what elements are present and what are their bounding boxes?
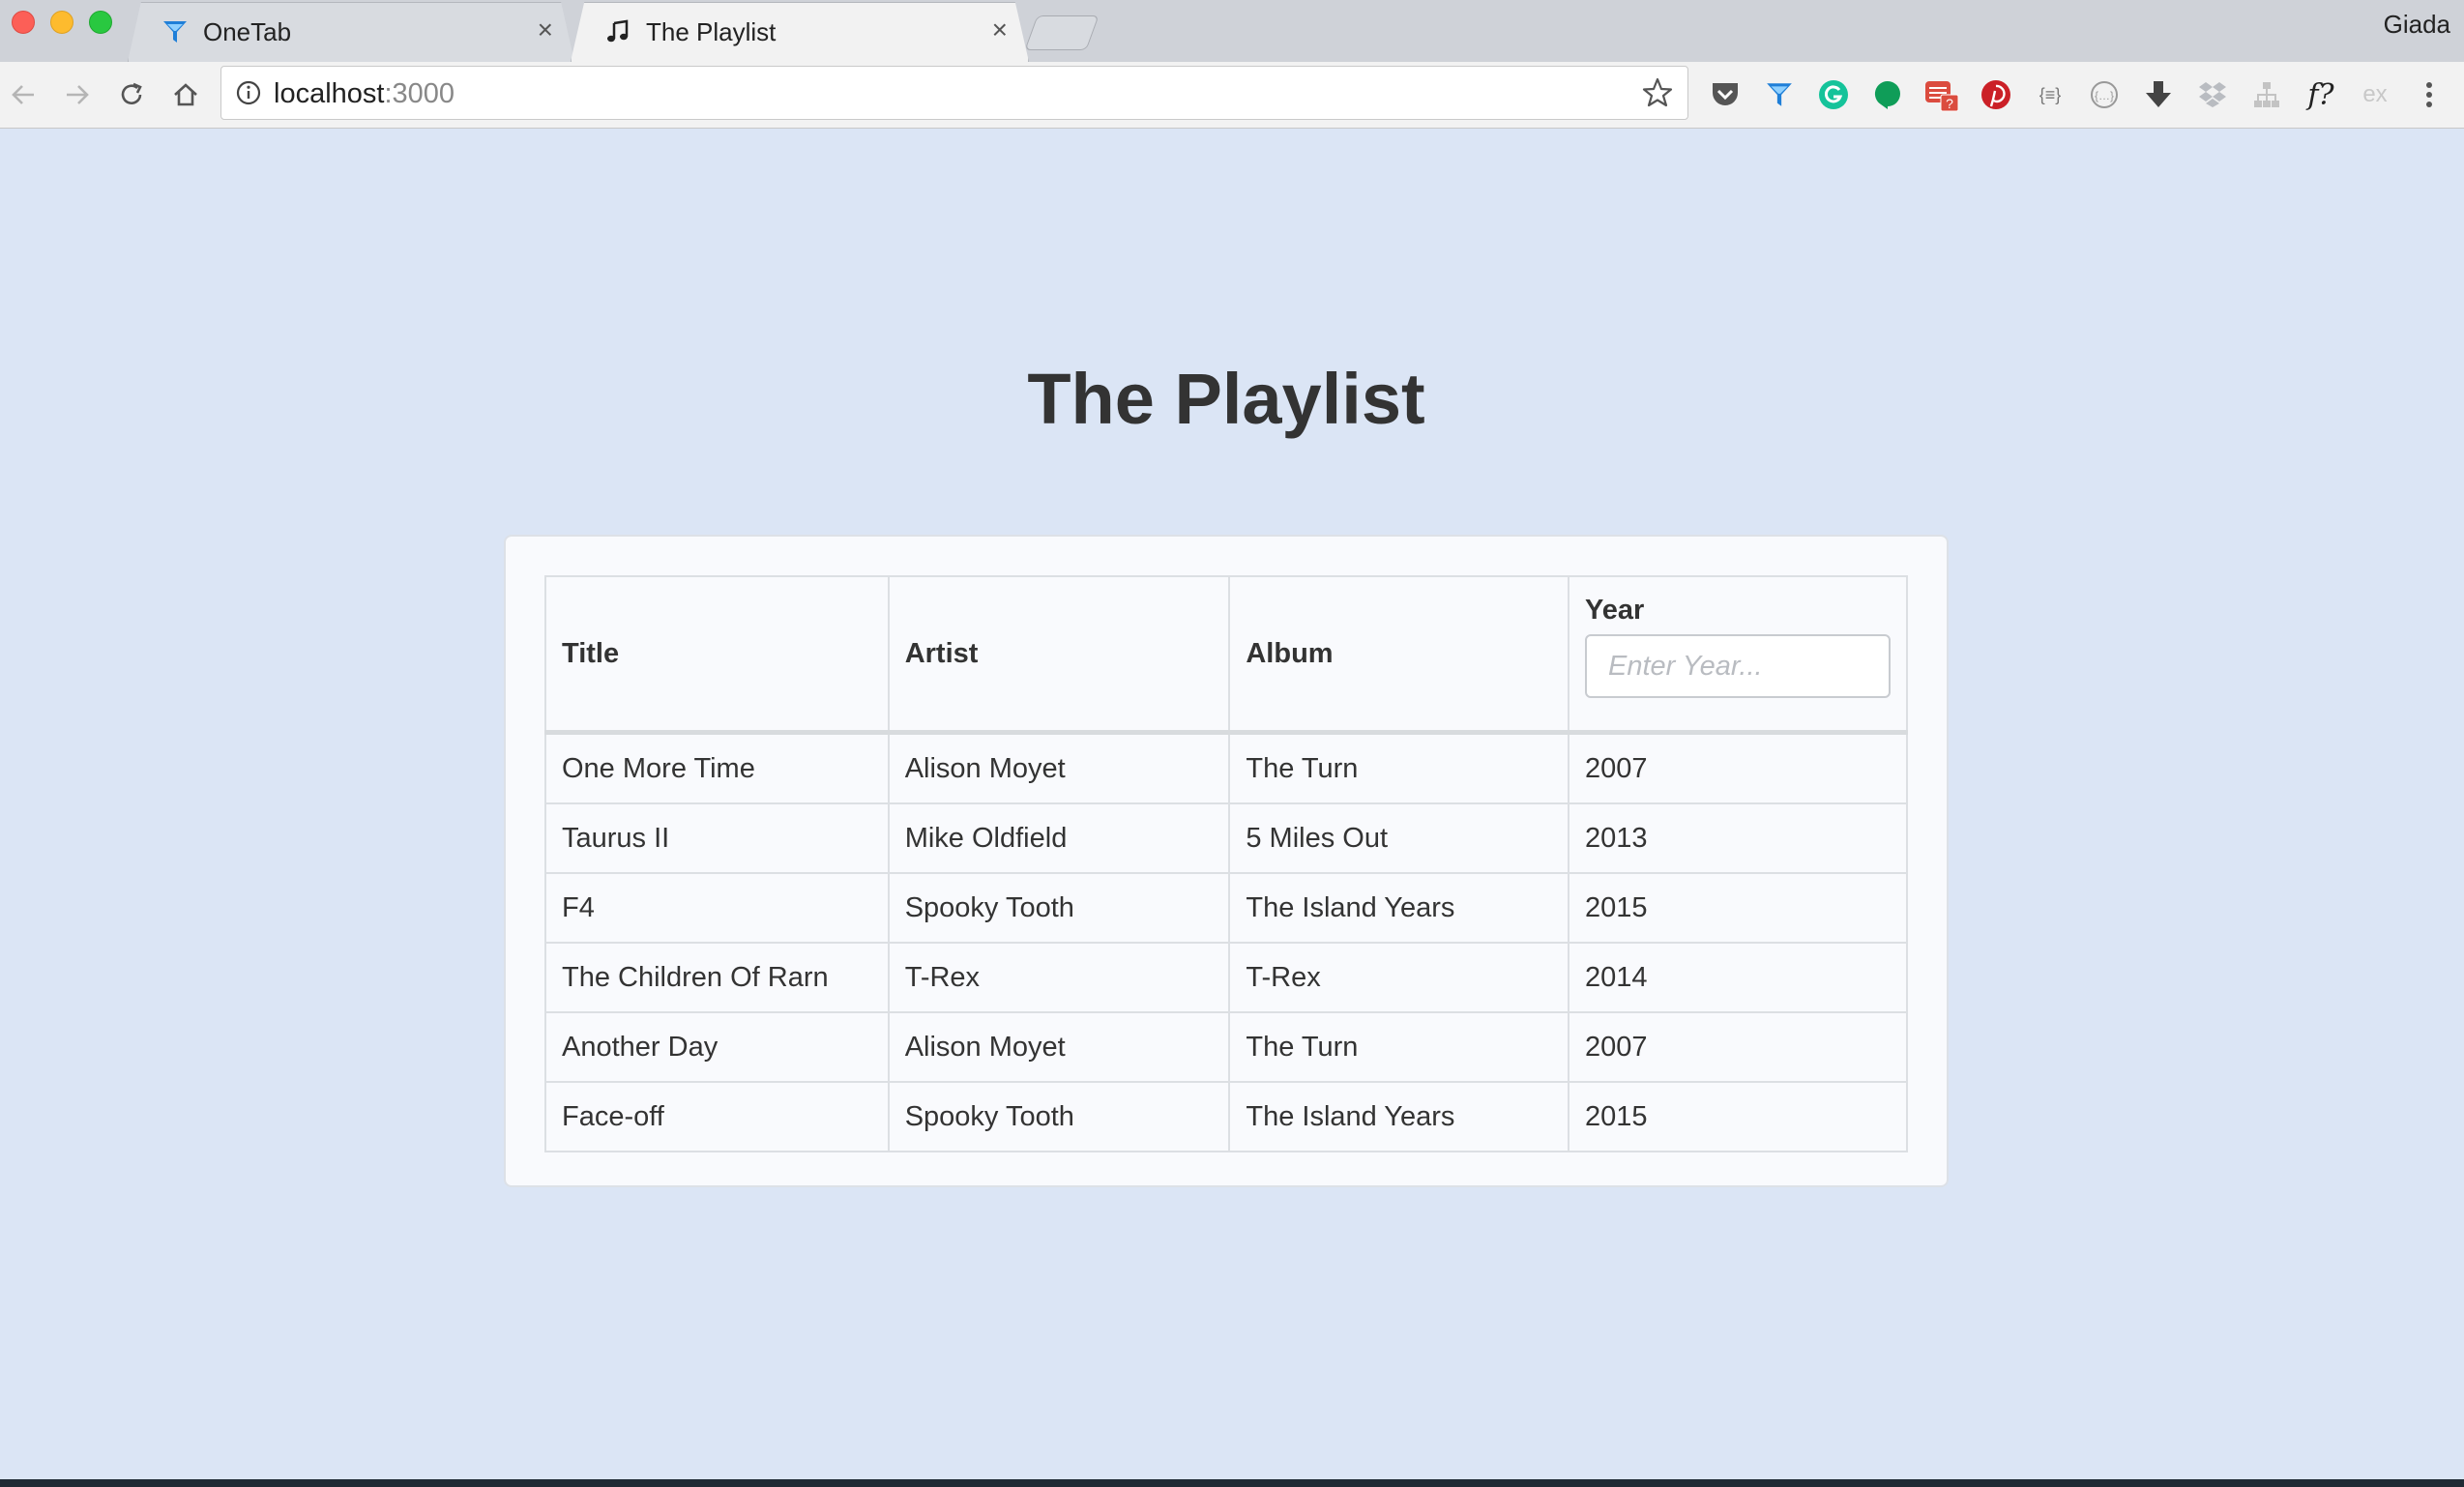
cell-album: 5 Miles Out	[1228, 802, 1569, 874]
header-title: Title	[544, 575, 890, 735]
cell-artist: Mike Oldfield	[887, 802, 1231, 874]
table-row: Taurus II Mike Oldfield 5 Miles Out 2013	[544, 802, 1909, 874]
cell-album: The Turn	[1228, 1011, 1569, 1083]
tab-strip: OneTab × The Playlist × Giada	[0, 0, 2464, 62]
year-filter-input[interactable]	[1584, 634, 1891, 698]
music-note-icon	[603, 17, 632, 46]
tab-onetab[interactable]: OneTab ×	[128, 2, 574, 62]
onetab-icon[interactable]	[1760, 75, 1799, 114]
profile-name[interactable]: Giada	[2384, 10, 2450, 40]
onetab-funnel-icon	[161, 17, 190, 46]
cell-year: 2007	[1567, 1011, 1909, 1083]
json-viewer-icon[interactable]: {≡}	[2031, 75, 2069, 114]
cell-year: 2015	[1567, 872, 1909, 944]
table-row: Another Day Alison Moyet The Turn 2007	[544, 1011, 1909, 1083]
header-album: Album	[1228, 575, 1569, 735]
cell-title: The Children Of Rarn	[544, 942, 890, 1013]
cell-album: The Turn	[1228, 731, 1569, 804]
zoom-window-button[interactable]	[89, 11, 112, 34]
extension-ex-icon[interactable]: ex	[2356, 75, 2394, 114]
svg-text:?: ?	[1946, 96, 1953, 111]
page-title: The Playlist	[1027, 359, 1425, 439]
cell-artist: Alison Moyet	[887, 1011, 1231, 1083]
svg-text:{…}: {…}	[2095, 89, 2114, 102]
tab-label: The Playlist	[646, 16, 777, 46]
pocket-icon[interactable]	[1706, 75, 1745, 114]
tab-the-playlist[interactable]: The Playlist ×	[571, 2, 1029, 62]
cell-artist: Spooky Tooth	[887, 872, 1231, 944]
header-artist: Artist	[887, 575, 1231, 735]
new-tab-button[interactable]	[1024, 15, 1100, 50]
bottom-edge	[0, 1479, 2464, 1487]
cell-year: 2014	[1567, 942, 1909, 1013]
address-bar[interactable]: localhost:3000	[220, 66, 1688, 120]
forward-arrow-icon[interactable]	[58, 75, 97, 114]
minimize-window-button[interactable]	[50, 11, 73, 34]
table-row: The Children Of Rarn T-Rex T-Rex 2014	[544, 942, 1909, 1013]
table-row: One More Time Alison Moyet The Turn 2007	[544, 731, 1909, 804]
cell-title: One More Time	[544, 731, 890, 804]
cell-year: 2015	[1567, 1081, 1909, 1152]
pinterest-icon[interactable]	[1977, 75, 2015, 114]
cell-album: The Island Years	[1228, 872, 1569, 944]
cell-title: Taurus II	[544, 802, 890, 874]
sitemap-icon[interactable]	[2247, 75, 2286, 114]
cell-title: Face-off	[544, 1081, 890, 1152]
table-row: Face-off Spooky Tooth The Island Years 2…	[544, 1081, 1909, 1152]
hangouts-icon[interactable]	[1868, 75, 1907, 114]
fontface-icon[interactable]: f?	[2302, 75, 2340, 114]
cell-artist: Spooky Tooth	[887, 1081, 1231, 1152]
cell-year: 2007	[1567, 731, 1909, 804]
info-icon[interactable]	[235, 79, 262, 106]
download-icon[interactable]	[2139, 75, 2178, 114]
playlist-panel: Title Artist Album Year One More Time Al…	[504, 535, 1949, 1187]
placeholder-icon[interactable]: {…}	[2085, 75, 2124, 114]
tab-close-icon[interactable]: ×	[992, 15, 1008, 44]
cell-album: The Island Years	[1228, 1081, 1569, 1152]
cell-artist: Alison Moyet	[887, 731, 1231, 804]
cell-title: Another Day	[544, 1011, 890, 1083]
table-row: F4 Spooky Tooth The Island Years 2015	[544, 872, 1909, 944]
todoist-icon[interactable]: ?	[1922, 75, 1961, 114]
reload-icon[interactable]	[112, 75, 151, 114]
home-icon[interactable]	[166, 75, 205, 114]
cell-artist: T-Rex	[887, 942, 1231, 1013]
header-year: Year	[1567, 575, 1909, 735]
year-label: Year	[1584, 595, 1645, 626]
dropbox-icon[interactable]	[2193, 75, 2232, 114]
back-arrow-icon[interactable]	[4, 75, 43, 114]
close-window-button[interactable]	[12, 11, 35, 34]
grammarly-icon[interactable]	[1814, 75, 1853, 114]
playlist-table: Title Artist Album Year One More Time Al…	[544, 575, 1909, 1152]
address-url: localhost:3000	[274, 78, 455, 109]
table-header-row: Title Artist Album Year	[544, 575, 1909, 735]
cell-album: T-Rex	[1228, 942, 1569, 1013]
tab-close-icon[interactable]: ×	[538, 15, 553, 44]
browser-toolbar: localhost:3000 ? {≡} {…} f? ex	[0, 62, 2464, 129]
cell-year: 2013	[1567, 802, 1909, 874]
cell-title: F4	[544, 872, 890, 944]
tab-label: OneTab	[203, 16, 292, 46]
bookmark-star-icon[interactable]	[1641, 76, 1674, 109]
menu-dots-icon[interactable]	[2410, 75, 2449, 114]
